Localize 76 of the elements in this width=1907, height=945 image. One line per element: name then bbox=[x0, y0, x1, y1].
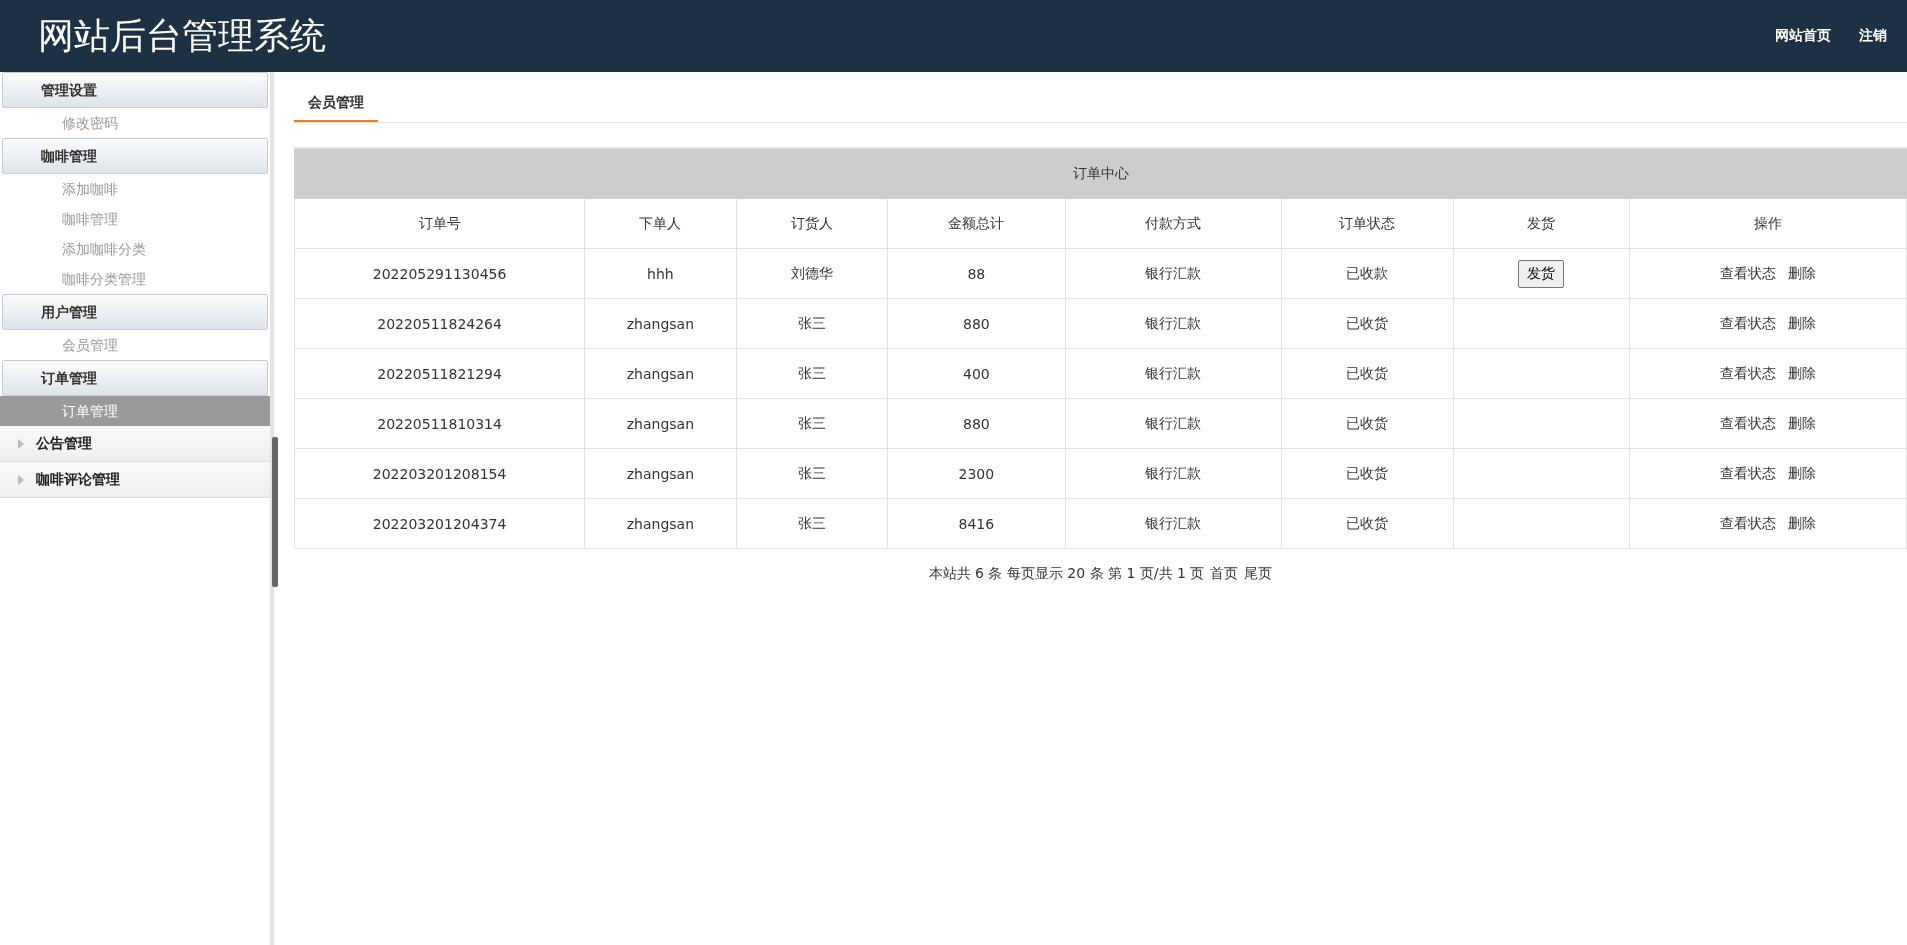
column-header: 操作 bbox=[1629, 198, 1907, 249]
action-link[interactable]: 删除 bbox=[1787, 364, 1816, 383]
table-cell: 202205291130456 bbox=[294, 248, 585, 299]
table-cell: 银行汇款 bbox=[1065, 298, 1281, 349]
pagination-link[interactable]: 尾页 bbox=[1244, 565, 1273, 583]
column-header: 订单号 bbox=[294, 198, 585, 249]
table-cell: 400 bbox=[887, 348, 1065, 399]
table-cell: 880 bbox=[887, 298, 1065, 349]
column-header: 付款方式 bbox=[1065, 198, 1281, 249]
action-link[interactable]: 查看状态 bbox=[1719, 264, 1776, 283]
action-link[interactable]: 查看状态 bbox=[1719, 414, 1776, 433]
action-link[interactable]: 删除 bbox=[1787, 264, 1816, 283]
table-cell: 88 bbox=[887, 248, 1065, 299]
table-cell: 202203201208154 bbox=[294, 448, 585, 499]
table-cell: 刘德华 bbox=[736, 248, 888, 299]
table-cell: 202203201204374 bbox=[294, 498, 585, 549]
header-link[interactable]: 注销 bbox=[1859, 27, 1887, 45]
table-cell: 张三 bbox=[736, 398, 888, 449]
site-title: 网站后台管理系统 bbox=[38, 13, 326, 58]
pagination-link[interactable]: 首页 bbox=[1210, 565, 1239, 583]
table-cell: 已收货 bbox=[1281, 398, 1454, 449]
table-cell: 张三 bbox=[736, 498, 888, 549]
table-cell: 银行汇款 bbox=[1065, 348, 1281, 399]
sidebar-group-header[interactable]: 订单管理 bbox=[2, 360, 268, 396]
sidebar-group-header[interactable]: 咖啡管理 bbox=[2, 138, 268, 174]
table-cell: 银行汇款 bbox=[1065, 448, 1281, 499]
table-cell: 20220511810314 bbox=[294, 398, 585, 449]
column-header: 下单人 bbox=[584, 198, 737, 249]
column-header: 订单状态 bbox=[1281, 198, 1454, 249]
table-cell: zhangsan bbox=[584, 498, 737, 549]
action-link[interactable]: 删除 bbox=[1787, 514, 1816, 533]
column-header: 金额总计 bbox=[887, 198, 1065, 249]
action-link[interactable]: 查看状态 bbox=[1719, 514, 1776, 533]
table-cell: zhangsan bbox=[584, 348, 737, 399]
table-cell: 已收款 bbox=[1281, 248, 1454, 299]
action-link[interactable]: 查看状态 bbox=[1719, 314, 1776, 333]
table-cell: zhangsan bbox=[584, 448, 737, 499]
table-cell: 20220511821294 bbox=[294, 348, 585, 399]
sidebar-group-header[interactable]: 用户管理 bbox=[2, 294, 268, 330]
header-link[interactable]: 网站首页 bbox=[1775, 27, 1831, 45]
table-cell: 银行汇款 bbox=[1065, 498, 1281, 549]
table-cell: 张三 bbox=[736, 448, 888, 499]
table-cell: 8416 bbox=[887, 498, 1065, 549]
group-label: 咖啡评论管理 bbox=[36, 470, 120, 489]
action-link[interactable]: 查看状态 bbox=[1719, 364, 1776, 383]
table-cell: 银行汇款 bbox=[1065, 398, 1281, 449]
action-link[interactable]: 删除 bbox=[1787, 414, 1816, 433]
table-cell: 张三 bbox=[736, 298, 888, 349]
action-link[interactable]: 查看状态 bbox=[1719, 464, 1776, 483]
table-cell: 银行汇款 bbox=[1065, 248, 1281, 299]
tab[interactable]: 会员管理 bbox=[294, 86, 378, 122]
table-cell: zhangsan bbox=[584, 298, 737, 349]
triangle-icon bbox=[18, 438, 24, 449]
table-cell: hhh bbox=[584, 248, 737, 299]
table-cell: 已收货 bbox=[1281, 348, 1454, 399]
table-cell: 2300 bbox=[887, 448, 1065, 499]
column-header: 发货 bbox=[1453, 198, 1630, 249]
table-cell: 已收货 bbox=[1281, 448, 1454, 499]
triangle-icon bbox=[18, 474, 24, 485]
action-link[interactable]: 删除 bbox=[1787, 464, 1816, 483]
table-cell: 张三 bbox=[736, 348, 888, 399]
table-cell: 20220511824264 bbox=[294, 298, 585, 349]
table-cell: 已收货 bbox=[1281, 498, 1454, 549]
sidebar-group-header[interactable]: 咖啡评论管理 bbox=[0, 462, 270, 498]
column-header: 订货人 bbox=[736, 198, 888, 249]
ship-button[interactable]: 发货 bbox=[1518, 259, 1565, 288]
table-cell: 已收货 bbox=[1281, 298, 1454, 349]
table-cell: 880 bbox=[887, 398, 1065, 449]
pagination-summary: 本站共 6 条 每页显示 20 条 第 1 页/共 1 页 bbox=[928, 565, 1205, 583]
table-cell: zhangsan bbox=[584, 398, 737, 449]
sidebar-group-header[interactable]: 管理设置 bbox=[2, 72, 268, 108]
splitter-handle[interactable] bbox=[272, 437, 278, 587]
group-label: 公告管理 bbox=[36, 434, 92, 453]
table-caption: 订单中心 bbox=[294, 148, 1907, 199]
sidebar-group-header[interactable]: 公告管理 bbox=[0, 426, 270, 462]
action-link[interactable]: 删除 bbox=[1787, 314, 1816, 333]
